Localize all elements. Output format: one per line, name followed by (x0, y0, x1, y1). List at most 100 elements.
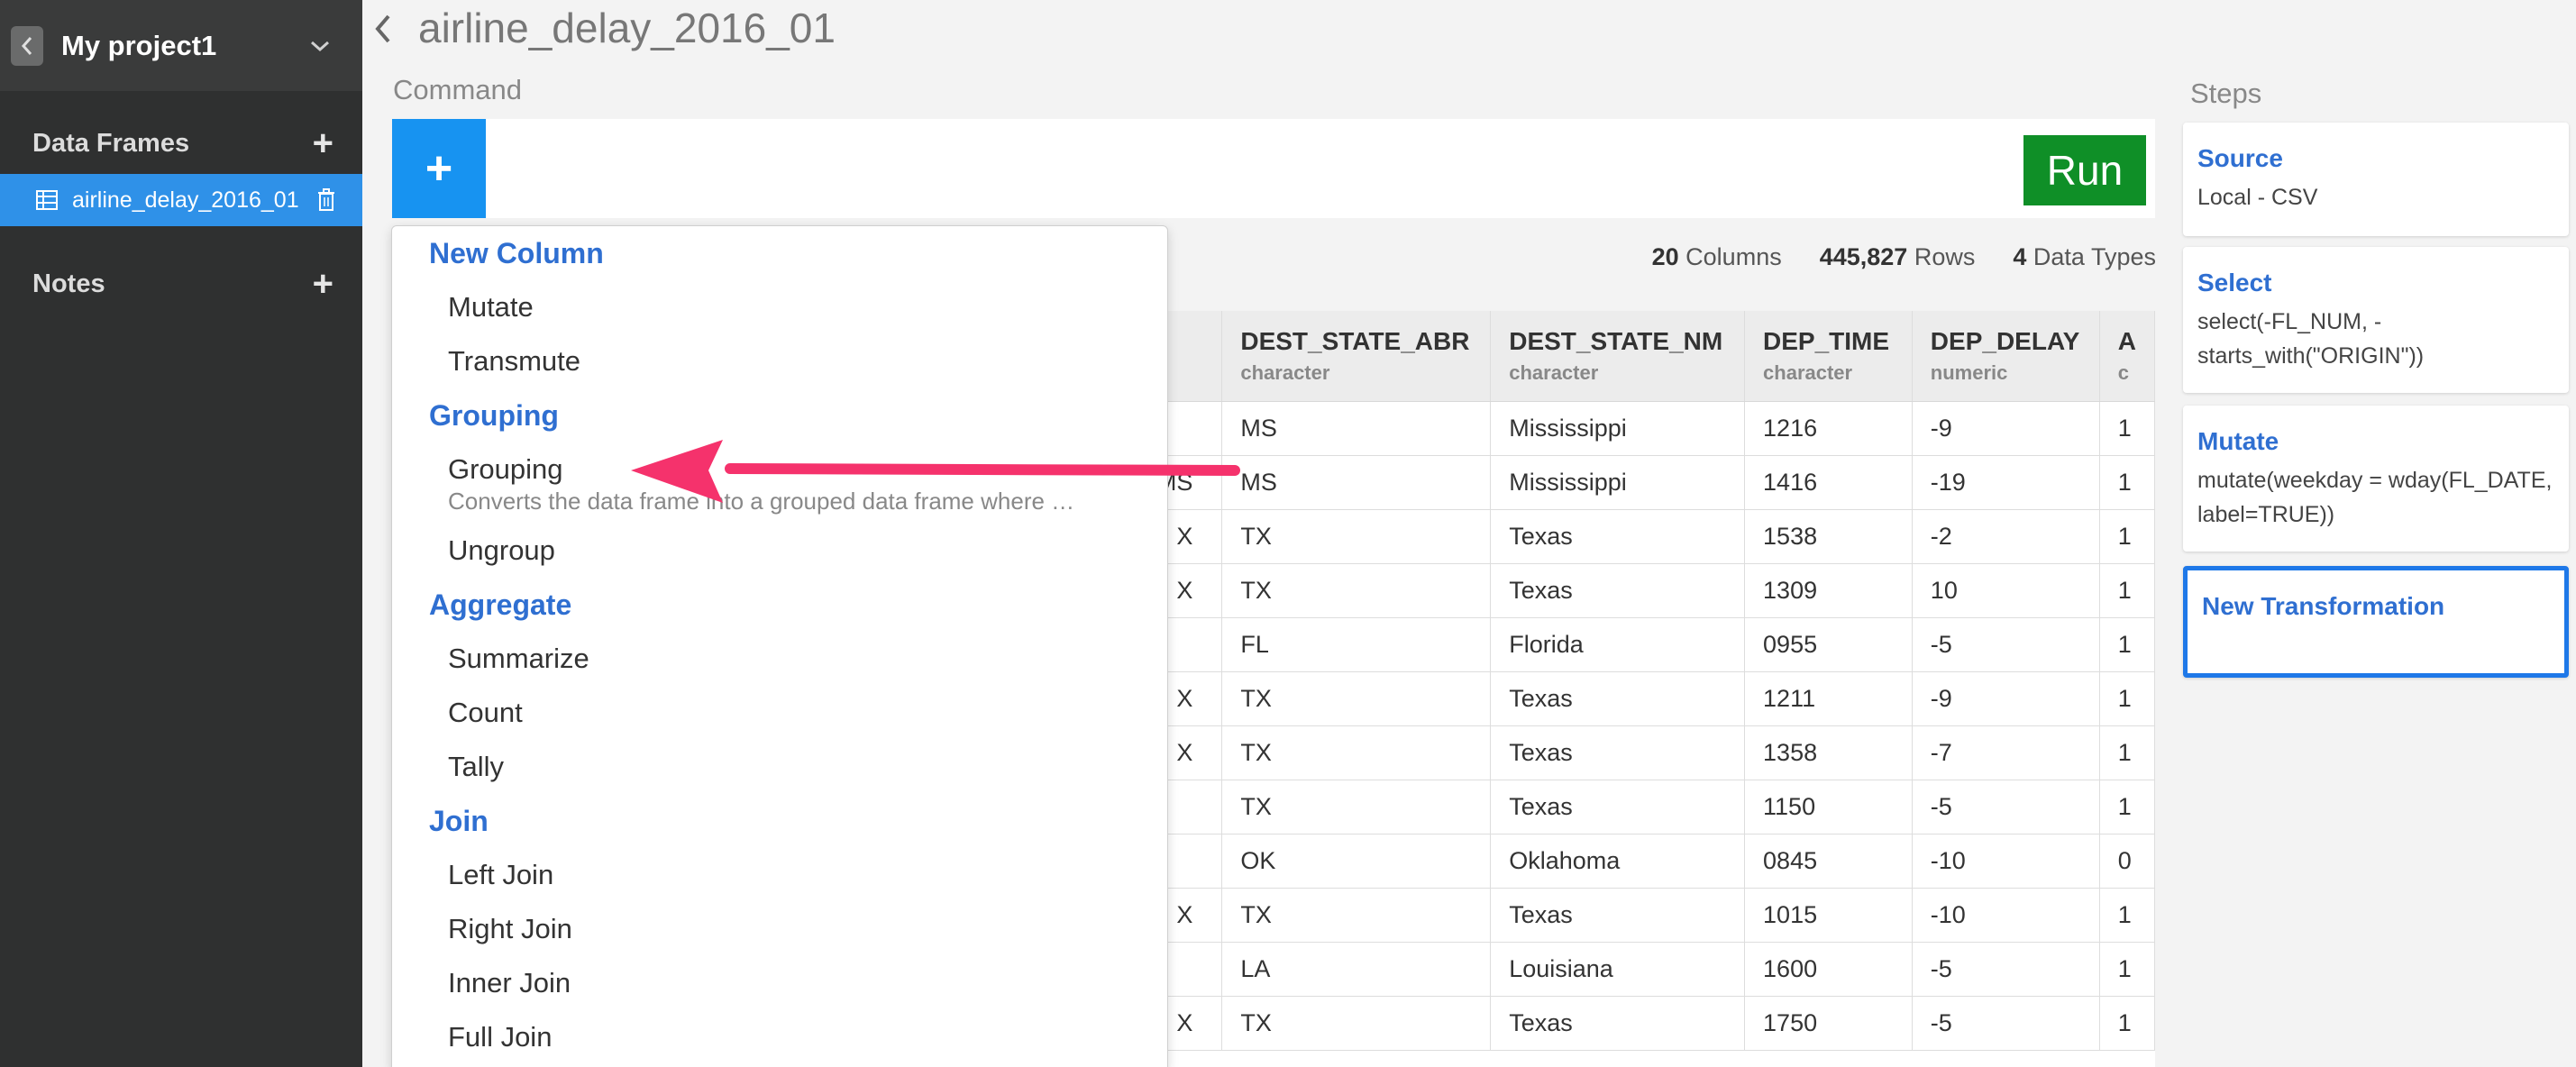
add-data-frame-icon[interactable]: + (313, 125, 333, 161)
column-header[interactable]: DEST_STATE_ABR character (1221, 311, 1492, 402)
table-cell: -7 (1912, 725, 2100, 780)
step-new-transformation[interactable]: New Transformation (2183, 566, 2569, 678)
table-cell: TX (1221, 888, 1492, 943)
table-cell: -5 (1912, 780, 2100, 834)
table-cell: 0845 (1744, 834, 1913, 889)
table-cell: 1 (2099, 455, 2155, 510)
rows-stat: 445,827 Rows (1819, 243, 1976, 270)
step-title: Mutate (2197, 427, 2279, 455)
menu-item-summarize[interactable]: Summarize (392, 632, 1167, 686)
back-button[interactable] (11, 25, 43, 66)
table-cell: Texas (1490, 996, 1746, 1051)
step-source[interactable]: Source Local - CSV (2183, 123, 2569, 236)
annotation-arrow-icon (631, 440, 1240, 503)
table-cell: Louisiana (1490, 942, 1746, 997)
table-cell: -19 (1912, 455, 2100, 510)
table-cell: 1600 (1744, 942, 1913, 997)
data-stats: 20 Columns 445,827 Rows 4 Data Types (1652, 243, 2156, 271)
step-title: Select (2197, 269, 2272, 296)
table-cell: Texas (1490, 509, 1746, 564)
table-cell: 1 (2099, 942, 2155, 997)
chevron-left-icon (21, 36, 32, 55)
add-note-icon[interactable]: + (313, 266, 333, 302)
table-cell: Texas (1490, 671, 1746, 726)
notes-label: Notes (32, 269, 105, 298)
table-cell: -2 (1912, 509, 2100, 564)
table-cell: 1750 (1744, 996, 1913, 1051)
types-stat: 4 Data Types (2013, 243, 2156, 270)
table-cell: 1 (2099, 671, 2155, 726)
table-cell: 1416 (1744, 455, 1913, 510)
table-cell: -5 (1912, 617, 2100, 672)
table-cell: -10 (1912, 888, 2100, 943)
add-command-button[interactable]: + (392, 119, 486, 218)
table-cell: 1 (2099, 617, 2155, 672)
steps-label: Steps (2190, 78, 2262, 109)
data-frames-section: Data Frames + (0, 118, 362, 169)
table-cell: -5 (1912, 996, 2100, 1051)
menu-item-right-join[interactable]: Right Join (392, 902, 1167, 956)
step-body: select(-FL_NUM, -starts_with("ORIGIN")) (2197, 309, 2425, 369)
menu-item-tally[interactable]: Tally (392, 740, 1167, 794)
table-cell: TX (1221, 996, 1492, 1051)
table-cell: 1216 (1744, 401, 1913, 456)
table-cell: Mississippi (1490, 455, 1746, 510)
data-frame-label: airline_delay_2016_01 (72, 187, 299, 213)
table-cell: LA (1221, 942, 1492, 997)
table-cell: TX (1221, 725, 1492, 780)
step-body: Local - CSV (2197, 185, 2318, 210)
menu-item-left-join[interactable]: Left Join (392, 848, 1167, 902)
menu-item-transmute[interactable]: Transmute (392, 334, 1167, 388)
table-cell: 1 (2099, 509, 2155, 564)
step-title: Source (2197, 144, 2283, 172)
table-cell: -9 (1912, 671, 2100, 726)
table-cell: -5 (1912, 942, 2100, 997)
sidebar-item-data-frame[interactable]: airline_delay_2016_01 (0, 174, 362, 226)
data-frames-label: Data Frames (32, 128, 190, 158)
step-body: mutate(weekday = wday(FL_DATE, label=TRU… (2197, 468, 2553, 527)
run-button[interactable]: Run (2023, 135, 2146, 205)
project-header: My project1 (0, 0, 362, 91)
menu-item-full-join[interactable]: Full Join (392, 1010, 1167, 1064)
command-label: Command (393, 74, 522, 105)
table-cell: 1538 (1744, 509, 1913, 564)
menu-item-count[interactable]: Count (392, 686, 1167, 740)
column-header[interactable]: DEST_STATE_NM character (1490, 311, 1746, 402)
table-cell: Mississippi (1490, 401, 1746, 456)
column-header[interactable]: Ac (2099, 311, 2155, 402)
step-mutate[interactable]: Mutate mutate(weekday = wday(FL_DATE, la… (2183, 406, 2569, 552)
column-header[interactable]: DEP_TIME character (1744, 311, 1913, 402)
menu-item-mutate[interactable]: Mutate (392, 280, 1167, 334)
sidebar: My project1 Data Frames + airline_delay_… (0, 0, 362, 1067)
table-icon (36, 190, 58, 210)
table-cell: 1309 (1744, 563, 1913, 618)
table-cell: 1 (2099, 996, 2155, 1051)
menu-item-ungroup[interactable]: Ungroup (392, 524, 1167, 578)
table-cell: 1 (2099, 401, 2155, 456)
columns-stat: 20 Columns (1651, 243, 1782, 270)
table-cell: 1150 (1744, 780, 1913, 834)
table-cell: MS (1221, 455, 1492, 510)
table-cell: Florida (1490, 617, 1746, 672)
table-cell: FL (1221, 617, 1492, 672)
notes-section: Notes + (0, 259, 362, 309)
column-header[interactable]: DEP_DELAY numeric (1912, 311, 2100, 402)
table-cell: 1 (2099, 725, 2155, 780)
table-cell: 1358 (1744, 725, 1913, 780)
menu-group-new-column: New Column (429, 236, 604, 269)
table-cell: TX (1221, 509, 1492, 564)
step-select[interactable]: Select select(-FL_NUM, -starts_with("ORI… (2183, 247, 2569, 393)
command-menu: New Column Mutate Transmute Grouping Gro… (391, 225, 1168, 1067)
table-cell: TX (1221, 563, 1492, 618)
table-cell: 1 (2099, 563, 2155, 618)
table-cell: 1015 (1744, 888, 1913, 943)
table-cell: TX (1221, 780, 1492, 834)
table-cell: 1211 (1744, 671, 1913, 726)
chevron-down-icon[interactable] (310, 40, 330, 52)
menu-item-inner-join[interactable]: Inner Join (392, 956, 1167, 1010)
project-name[interactable]: My project1 (61, 30, 310, 62)
collapse-sidebar-icon[interactable] (373, 13, 393, 45)
table-cell: 1 (2099, 888, 2155, 943)
trash-icon[interactable] (317, 188, 335, 212)
menu-group-join: Join (429, 804, 489, 837)
